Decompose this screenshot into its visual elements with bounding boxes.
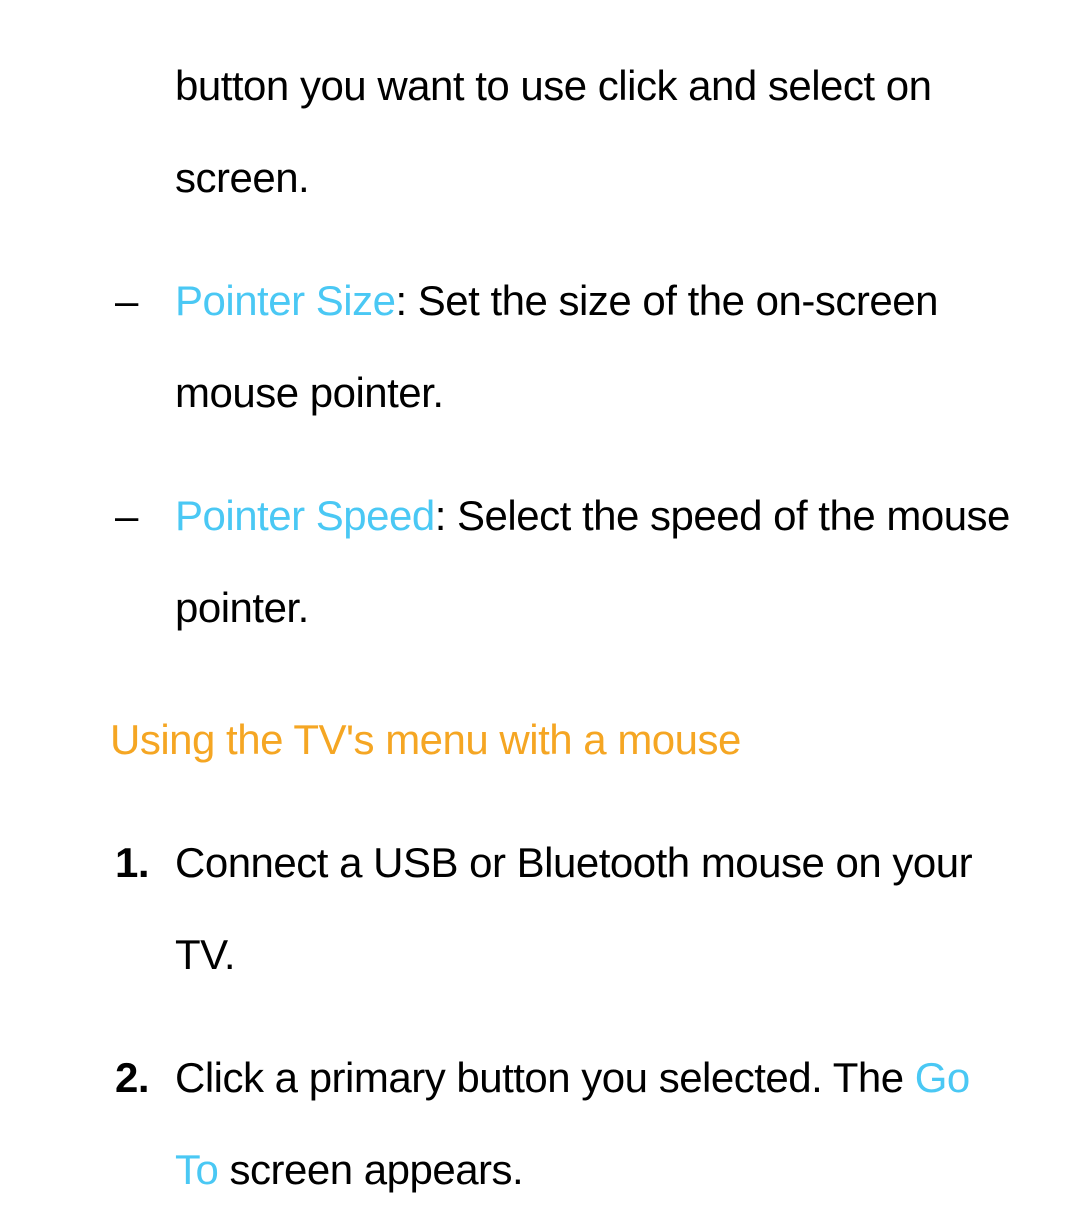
step-text-after: screen appears. bbox=[218, 1146, 523, 1193]
bullet-label: Pointer Size bbox=[175, 277, 395, 324]
bullet-label: Pointer Speed bbox=[175, 492, 435, 539]
bullet-body: Pointer Size: Set the size of the on-scr… bbox=[175, 255, 1020, 440]
step-number: 2. bbox=[115, 1032, 175, 1216]
step-number: 1. bbox=[115, 817, 175, 1002]
step-text-before: Click a primary button you selected. The bbox=[175, 1054, 915, 1101]
step-text: Connect a USB or Bluetooth mouse on your… bbox=[175, 839, 972, 978]
numbered-step: 1. Connect a USB or Bluetooth mouse on y… bbox=[115, 817, 1020, 1002]
step-body: Connect a USB or Bluetooth mouse on your… bbox=[175, 817, 1020, 1002]
bullet-item: – Pointer Speed: Select the speed of the… bbox=[115, 470, 1020, 655]
numbered-step: 2. Click a primary button you selected. … bbox=[115, 1032, 1020, 1216]
bullet-marker: – bbox=[115, 470, 175, 655]
continuation-text: button you want to use click and select … bbox=[175, 40, 1020, 225]
step-body: Click a primary button you selected. The… bbox=[175, 1032, 1020, 1216]
bullet-body: Pointer Speed: Select the speed of the m… bbox=[175, 470, 1020, 655]
bullet-marker: – bbox=[115, 255, 175, 440]
section-heading: Using the TV's menu with a mouse bbox=[110, 694, 1020, 786]
bullet-item: – Pointer Size: Set the size of the on-s… bbox=[115, 255, 1020, 440]
